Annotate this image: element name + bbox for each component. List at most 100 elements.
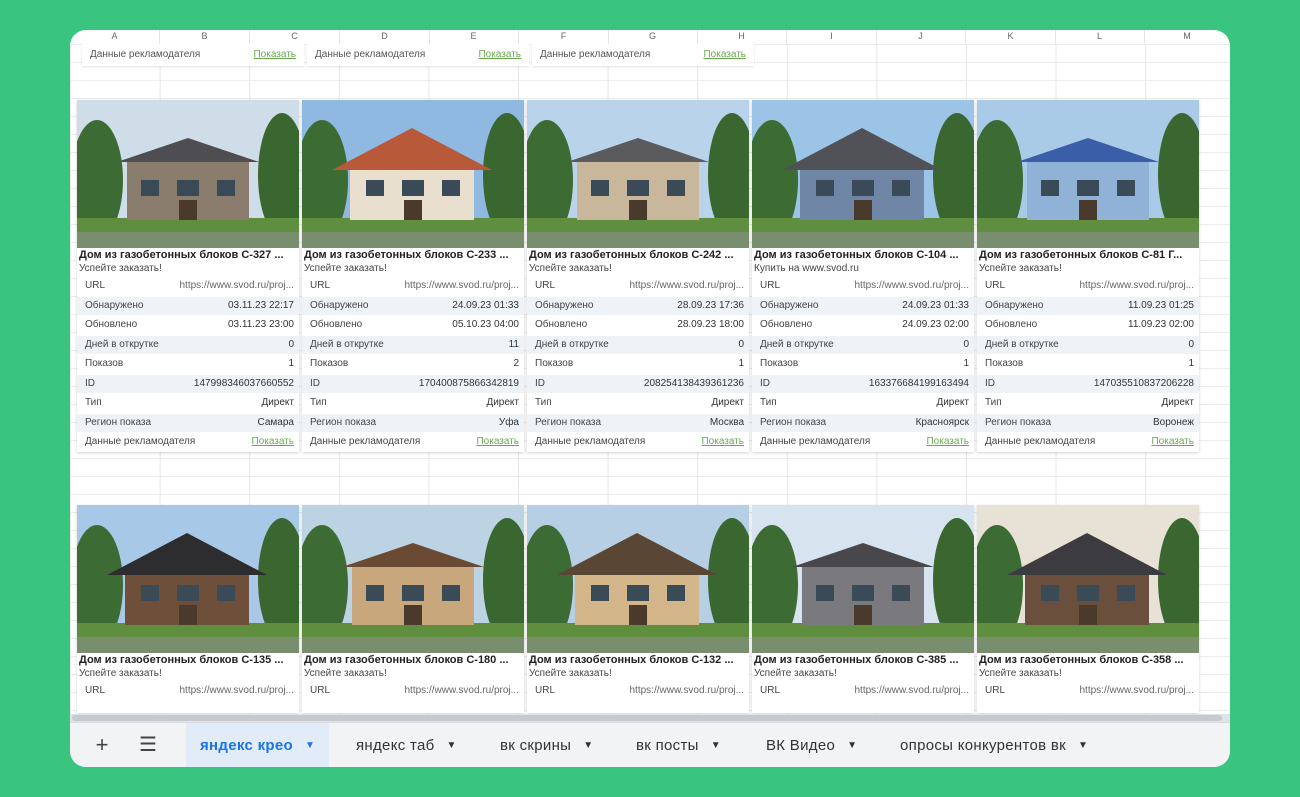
- field-row-type: Тип Директ: [302, 393, 524, 413]
- field-value: 28.09.23 18:00: [677, 319, 744, 330]
- field-row-shows: Показов 1: [77, 354, 299, 374]
- ad-card[interactable]: Дом из газобетонных блоков С-135 ... Успе…: [77, 505, 299, 713]
- show-link[interactable]: Показать: [701, 433, 744, 451]
- ad-card[interactable]: Дом из газобетонных блоков С-132 ... Успе…: [527, 505, 749, 713]
- column-header-g[interactable]: G: [608, 30, 698, 44]
- ad-title: Дом из газобетонных блоков С-233 ...: [304, 249, 509, 261]
- ad-card[interactable]: Дом из газобетонных блоков С-358 ... Успе…: [977, 505, 1199, 713]
- caret-down-icon[interactable]: ▼: [847, 740, 857, 751]
- ad-card[interactable]: Дом из газобетонных блоков С-104 ... Купи…: [752, 100, 974, 452]
- ad-image[interactable]: [977, 505, 1199, 653]
- column-header-c[interactable]: C: [250, 30, 340, 44]
- caret-down-icon[interactable]: ▼: [447, 740, 457, 751]
- field-label: Данные рекламодателя: [985, 436, 1096, 447]
- tab-konkurenty-vk[interactable]: опросы конкурентов вк ▼: [900, 723, 1088, 767]
- field-value[interactable]: https://www.svod.ru/proj...: [630, 682, 745, 700]
- ad-title: Дом из газобетонных блоков С-104 ...: [754, 249, 959, 261]
- field-value[interactable]: https://www.svod.ru/proj...: [405, 277, 520, 295]
- field-value[interactable]: https://www.svod.ru/proj...: [1080, 682, 1195, 700]
- field-value: 2: [513, 358, 519, 369]
- field-row-advertiser: Данные рекламодателя Показать: [752, 432, 974, 452]
- horizontal-scrollbar[interactable]: [70, 714, 1230, 722]
- ad-card[interactable]: Дом из газобетонных блоков С-233 ... Успе…: [302, 100, 524, 452]
- field-row-advertiser: Данные рекламодателя Показать: [302, 432, 524, 452]
- show-link[interactable]: Показать: [1151, 433, 1194, 451]
- field-label: Регион показа: [310, 416, 377, 428]
- column-header-f[interactable]: F: [519, 30, 609, 44]
- show-link[interactable]: Показать: [703, 44, 746, 66]
- column-header-i[interactable]: I: [787, 30, 877, 44]
- field-row-found: Обнаружено 11.09.23 01:25: [977, 295, 1199, 315]
- field-label: Тип: [985, 397, 1002, 408]
- ad-title: Дом из газобетонных блоков С-180 ...: [304, 654, 509, 666]
- show-link[interactable]: Показать: [926, 433, 969, 451]
- ad-subtitle: Успейте заказать!: [79, 263, 162, 274]
- ad-image[interactable]: [527, 505, 749, 653]
- caret-down-icon[interactable]: ▼: [711, 740, 721, 751]
- ad-image[interactable]: [527, 100, 749, 248]
- ad-card[interactable]: Дом из газобетонных блоков С-180 ... Успе…: [302, 505, 524, 713]
- ad-image[interactable]: [77, 100, 299, 248]
- show-link[interactable]: Показать: [476, 433, 519, 451]
- ad-subtitle: Успейте заказать!: [754, 668, 837, 679]
- ad-image[interactable]: [302, 505, 524, 653]
- column-header-k[interactable]: K: [966, 30, 1056, 44]
- ad-card[interactable]: Дом из газобетонных блоков С-385 ... Успе…: [752, 505, 974, 713]
- ad-image[interactable]: [752, 100, 974, 248]
- ad-card[interactable]: Дом из газобетонных блоков С-327 ... Успе…: [77, 100, 299, 452]
- field-row-url: URL https://www.svod.ru/proj...: [77, 681, 299, 701]
- column-header-h[interactable]: H: [697, 30, 787, 44]
- ad-card[interactable]: Дом из газобетонных блоков С-242 ... Успе…: [527, 100, 749, 452]
- all-sheets-button[interactable]: ☰: [132, 729, 164, 761]
- tab-vk-posty[interactable]: вк посты ▼: [636, 723, 721, 767]
- advertiser-cell: Данные рекламодателя Показать: [532, 44, 754, 66]
- field-value[interactable]: https://www.svod.ru/proj...: [180, 682, 295, 700]
- field-row-found: Обнаружено 24.09.23 01:33: [302, 295, 524, 315]
- field-row-url: URL https://www.svod.ru/proj...: [77, 276, 299, 296]
- caret-down-icon[interactable]: ▼: [305, 740, 315, 751]
- show-link[interactable]: Показать: [251, 433, 294, 451]
- field-row-id: ID 147998346037660552: [77, 373, 299, 393]
- field-value: Директ: [936, 397, 969, 408]
- field-label: Обнаружено: [535, 299, 594, 311]
- column-header-e[interactable]: E: [429, 30, 519, 44]
- field-value[interactable]: https://www.svod.ru/proj...: [630, 277, 745, 295]
- ad-title: Дом из газобетонных блоков С-358 ...: [979, 654, 1184, 666]
- ad-image[interactable]: [302, 100, 524, 248]
- ad-image[interactable]: [977, 100, 1199, 248]
- field-row-id: ID 147035510837206228: [977, 373, 1199, 393]
- field-row-days: Дней в открутке 0: [527, 334, 749, 354]
- field-value: Директ: [486, 397, 519, 408]
- field-row-updated: Обновлено 03.11.23 23:00: [77, 315, 299, 335]
- add-sheet-button[interactable]: +: [86, 729, 118, 761]
- ad-card[interactable]: Дом из газобетонных блоков С-81 Г... Успе…: [977, 100, 1199, 452]
- show-link[interactable]: Показать: [253, 44, 296, 66]
- field-value[interactable]: https://www.svod.ru/proj...: [405, 682, 520, 700]
- caret-down-icon[interactable]: ▼: [1078, 740, 1088, 751]
- column-header-a[interactable]: A: [70, 30, 160, 44]
- field-value: 1: [288, 358, 294, 369]
- field-value[interactable]: https://www.svod.ru/proj...: [180, 277, 295, 295]
- tab-yandex-kreo[interactable]: яндекс крео ▼: [186, 723, 330, 767]
- field-label: URL: [85, 685, 106, 696]
- ad-image[interactable]: [77, 505, 299, 653]
- field-row-type: Тип Директ: [977, 393, 1199, 413]
- field-value[interactable]: https://www.svod.ru/proj...: [855, 682, 970, 700]
- column-header-d[interactable]: D: [340, 30, 430, 44]
- column-header-l[interactable]: L: [1055, 30, 1145, 44]
- field-label: ID: [310, 377, 320, 389]
- field-value[interactable]: https://www.svod.ru/proj...: [1080, 277, 1195, 295]
- scrollbar-thumb[interactable]: [72, 715, 1222, 721]
- tab-yandex-tab[interactable]: яндекс таб ▼: [356, 723, 457, 767]
- column-header-m[interactable]: M: [1144, 30, 1230, 44]
- tab-vk-video[interactable]: ВК Видео ▼: [766, 723, 857, 767]
- field-value[interactable]: https://www.svod.ru/proj...: [855, 277, 970, 295]
- tab-vk-skriny[interactable]: вк скрины ▼: [500, 723, 593, 767]
- field-value: 147998346037660552: [193, 377, 294, 389]
- ad-image[interactable]: [752, 505, 974, 653]
- caret-down-icon[interactable]: ▼: [583, 740, 593, 751]
- column-header-j[interactable]: J: [876, 30, 966, 44]
- column-header-b[interactable]: B: [160, 30, 250, 44]
- show-link[interactable]: Показать: [478, 44, 521, 66]
- field-label: Обнаружено: [760, 299, 819, 311]
